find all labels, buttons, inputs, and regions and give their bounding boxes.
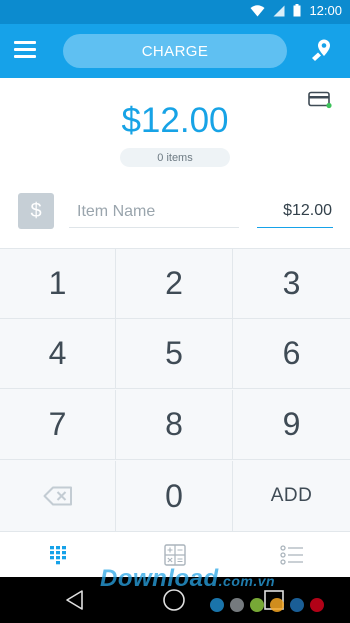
key-2[interactable]: 2 [116,249,233,319]
numeric-keypad: 1 2 3 4 5 6 7 8 9 0 ADD [0,248,350,532]
calculator-icon [164,544,186,566]
watermark-logo: Download.com.vn [100,565,275,593]
key-3[interactable]: 3 [233,249,350,319]
watermark-dot [210,598,224,612]
cell-signal-icon [273,5,285,16]
key-0[interactable]: 0 [116,461,233,532]
backspace-key[interactable] [0,461,116,532]
watermark-suffix: .com.vn [218,573,276,589]
key-6[interactable]: 6 [233,319,350,389]
list-icon [280,545,303,565]
dollar-icon: $ [18,193,54,229]
key-5[interactable]: 5 [116,319,233,389]
add-item-button[interactable]: ADD [233,461,350,532]
charge-button[interactable]: CHARGE [63,34,287,68]
item-price-field[interactable]: $12.00 [257,196,333,228]
tab-keypad[interactable] [0,532,116,578]
backspace-icon [43,486,72,506]
watermark-text: Download [100,565,219,592]
key-7[interactable]: 7 [0,390,116,460]
watermark-dot [270,598,284,612]
key-1[interactable]: 1 [0,249,116,319]
menu-icon[interactable] [14,41,36,59]
item-name-input[interactable] [69,196,239,228]
watermark-dot [230,598,244,612]
location-icon[interactable] [310,37,336,63]
key-4[interactable]: 4 [0,319,116,389]
status-time: 12:00 [309,3,342,18]
status-bar: 12:00 [0,0,350,24]
watermark-dot [290,598,304,612]
back-icon[interactable] [63,588,87,612]
key-8[interactable]: 8 [116,390,233,460]
key-9[interactable]: 9 [233,390,350,460]
app-bar: CHARGE [0,24,350,78]
watermark-dot [310,598,324,612]
item-entry-row: $ $12.00 [0,190,350,234]
sale-total: $12.00 [121,101,229,140]
watermark-dots [210,598,324,612]
app-screen: 12:00 CHARGE $12.00 0 items $ $12.00 1 2… [0,0,350,623]
wifi-icon [250,4,265,16]
battery-icon [293,4,301,17]
keypad-icon [50,546,66,565]
watermark-dot [250,598,264,612]
items-count-badge[interactable]: 0 items [120,148,230,167]
